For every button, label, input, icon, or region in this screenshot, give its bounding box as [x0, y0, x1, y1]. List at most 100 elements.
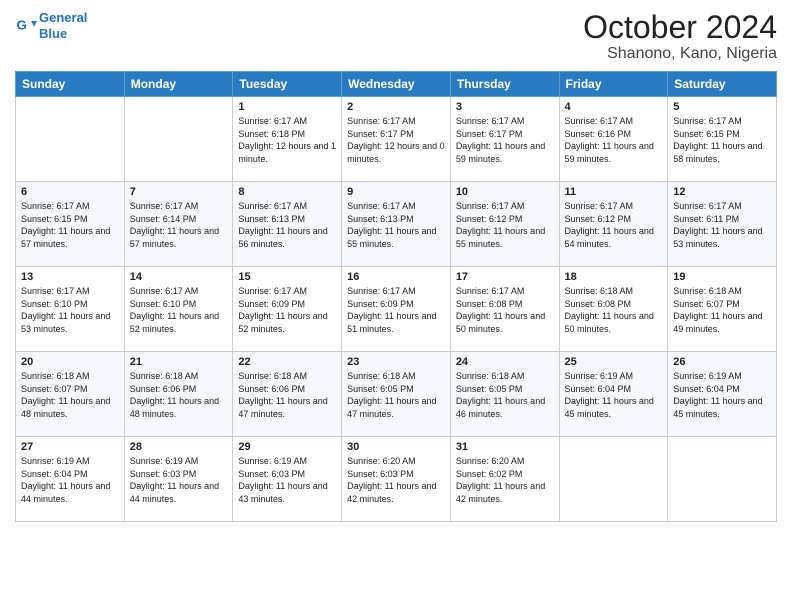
- cell-text: Sunrise: 6:18 AM Sunset: 6:05 PM Dayligh…: [347, 370, 445, 420]
- day-number: 7: [130, 186, 228, 198]
- day-number: 6: [21, 186, 119, 198]
- calendar-day-header: Saturday: [668, 72, 777, 97]
- day-number: 8: [238, 186, 336, 198]
- calendar-day-header: Wednesday: [342, 72, 451, 97]
- cell-text: Sunrise: 6:17 AM Sunset: 6:10 PM Dayligh…: [130, 285, 228, 335]
- logo: G General Blue: [15, 10, 87, 41]
- location-title: Shanono, Kano, Nigeria: [583, 45, 777, 63]
- calendar-day-header: Tuesday: [233, 72, 342, 97]
- cell-text: Sunrise: 6:19 AM Sunset: 6:04 PM Dayligh…: [21, 455, 119, 505]
- calendar-cell: [16, 97, 125, 182]
- calendar-cell: 8 Sunrise: 6:17 AM Sunset: 6:13 PM Daylig…: [233, 182, 342, 267]
- calendar-day-header: Sunday: [16, 72, 125, 97]
- calendar-table: SundayMondayTuesdayWednesdayThursdayFrid…: [15, 71, 777, 522]
- calendar-cell: 19 Sunrise: 6:18 AM Sunset: 6:07 PM Dayli…: [668, 267, 777, 352]
- cell-text: Sunrise: 6:20 AM Sunset: 6:03 PM Dayligh…: [347, 455, 445, 505]
- day-number: 4: [565, 101, 663, 113]
- calendar-cell: 23 Sunrise: 6:18 AM Sunset: 6:05 PM Dayli…: [342, 352, 451, 437]
- day-number: 10: [456, 186, 554, 198]
- calendar-day-header: Monday: [124, 72, 233, 97]
- cell-text: Sunrise: 6:17 AM Sunset: 6:10 PM Dayligh…: [21, 285, 119, 335]
- cell-text: Sunrise: 6:18 AM Sunset: 6:07 PM Dayligh…: [21, 370, 119, 420]
- cell-text: Sunrise: 6:17 AM Sunset: 6:15 PM Dayligh…: [21, 200, 119, 250]
- logo-icon: G: [15, 15, 37, 37]
- cell-text: Sunrise: 6:19 AM Sunset: 6:04 PM Dayligh…: [673, 370, 771, 420]
- cell-text: Sunrise: 6:17 AM Sunset: 6:08 PM Dayligh…: [456, 285, 554, 335]
- calendar-week-row: 6 Sunrise: 6:17 AM Sunset: 6:15 PM Daylig…: [16, 182, 777, 267]
- calendar-cell: 2Sunrise: 6:17 AM Sunset: 6:17 PM Daylig…: [342, 97, 451, 182]
- cell-text: Sunrise: 6:18 AM Sunset: 6:06 PM Dayligh…: [130, 370, 228, 420]
- calendar-cell: 1 Sunrise: 6:17 AM Sunset: 6:18 PM Daylig…: [233, 97, 342, 182]
- cell-text: Sunrise: 6:17 AM Sunset: 6:09 PM Dayligh…: [238, 285, 336, 335]
- cell-text: Sunrise: 6:17 AM Sunset: 6:12 PM Dayligh…: [456, 200, 554, 250]
- month-title: October 2024: [583, 10, 777, 45]
- cell-text: Sunrise: 6:17 AM Sunset: 6:11 PM Dayligh…: [673, 200, 771, 250]
- day-number: 29: [238, 441, 336, 453]
- day-number: 18: [565, 271, 663, 283]
- cell-text: Sunrise: 6:20 AM Sunset: 6:02 PM Dayligh…: [456, 455, 554, 505]
- cell-text: Sunrise: 6:17 AM Sunset: 6:14 PM Dayligh…: [130, 200, 228, 250]
- cell-text: Sunrise: 6:19 AM Sunset: 6:03 PM Dayligh…: [130, 455, 228, 505]
- calendar-cell: 18 Sunrise: 6:18 AM Sunset: 6:08 PM Dayli…: [559, 267, 668, 352]
- calendar-cell: 20Sunrise: 6:18 AM Sunset: 6:07 PM Dayli…: [16, 352, 125, 437]
- day-number: 30: [347, 441, 445, 453]
- day-number: 9: [347, 186, 445, 198]
- calendar-cell: 24Sunrise: 6:18 AM Sunset: 6:05 PM Dayli…: [450, 352, 559, 437]
- day-number: 16: [347, 271, 445, 283]
- cell-text: Sunrise: 6:18 AM Sunset: 6:07 PM Dayligh…: [673, 285, 771, 335]
- cell-text: Sunrise: 6:18 AM Sunset: 6:06 PM Dayligh…: [238, 370, 336, 420]
- calendar-cell: 26 Sunrise: 6:19 AM Sunset: 6:04 PM Dayli…: [668, 352, 777, 437]
- calendar-cell: 11Sunrise: 6:17 AM Sunset: 6:12 PM Dayli…: [559, 182, 668, 267]
- calendar-cell: 7 Sunrise: 6:17 AM Sunset: 6:14 PM Daylig…: [124, 182, 233, 267]
- calendar-cell: 5Sunrise: 6:17 AM Sunset: 6:15 PM Daylig…: [668, 97, 777, 182]
- day-number: 25: [565, 356, 663, 368]
- calendar-week-row: 1 Sunrise: 6:17 AM Sunset: 6:18 PM Daylig…: [16, 97, 777, 182]
- cell-text: Sunrise: 6:17 AM Sunset: 6:13 PM Dayligh…: [238, 200, 336, 250]
- day-number: 24: [456, 356, 554, 368]
- cell-text: Sunrise: 6:17 AM Sunset: 6:16 PM Dayligh…: [565, 115, 663, 165]
- calendar-week-row: 20Sunrise: 6:18 AM Sunset: 6:07 PM Dayli…: [16, 352, 777, 437]
- calendar-cell: [559, 437, 668, 522]
- calendar-cell: 31 Sunrise: 6:20 AM Sunset: 6:02 PM Dayli…: [450, 437, 559, 522]
- calendar-day-header: Friday: [559, 72, 668, 97]
- calendar-header-row: SundayMondayTuesdayWednesdayThursdayFrid…: [16, 72, 777, 97]
- calendar-week-row: 27Sunrise: 6:19 AM Sunset: 6:04 PM Dayli…: [16, 437, 777, 522]
- calendar-week-row: 13 Sunrise: 6:17 AM Sunset: 6:10 PM Dayli…: [16, 267, 777, 352]
- day-number: 23: [347, 356, 445, 368]
- cell-text: Sunrise: 6:18 AM Sunset: 6:08 PM Dayligh…: [565, 285, 663, 335]
- calendar-cell: 29 Sunrise: 6:19 AM Sunset: 6:03 PM Dayli…: [233, 437, 342, 522]
- day-number: 31: [456, 441, 554, 453]
- calendar-cell: 27Sunrise: 6:19 AM Sunset: 6:04 PM Dayli…: [16, 437, 125, 522]
- cell-text: Sunrise: 6:19 AM Sunset: 6:03 PM Dayligh…: [238, 455, 336, 505]
- calendar-cell: 12 Sunrise: 6:17 AM Sunset: 6:11 PM Dayli…: [668, 182, 777, 267]
- calendar-cell: 9 Sunrise: 6:17 AM Sunset: 6:13 PM Daylig…: [342, 182, 451, 267]
- header: G General Blue October 2024 Shanono, Kan…: [15, 10, 777, 63]
- cell-text: Sunrise: 6:17 AM Sunset: 6:17 PM Dayligh…: [456, 115, 554, 165]
- day-number: 11: [565, 186, 663, 198]
- calendar-cell: 6 Sunrise: 6:17 AM Sunset: 6:15 PM Daylig…: [16, 182, 125, 267]
- day-number: 5: [673, 101, 771, 113]
- calendar-cell: 15 Sunrise: 6:17 AM Sunset: 6:09 PM Dayli…: [233, 267, 342, 352]
- day-number: 28: [130, 441, 228, 453]
- calendar-cell: [668, 437, 777, 522]
- day-number: 26: [673, 356, 771, 368]
- day-number: 15: [238, 271, 336, 283]
- calendar-cell: 21 Sunrise: 6:18 AM Sunset: 6:06 PM Dayli…: [124, 352, 233, 437]
- day-number: 14: [130, 271, 228, 283]
- day-number: 22: [238, 356, 336, 368]
- day-number: 13: [21, 271, 119, 283]
- day-number: 19: [673, 271, 771, 283]
- calendar-day-header: Thursday: [450, 72, 559, 97]
- calendar-cell: 22 Sunrise: 6:18 AM Sunset: 6:06 PM Dayli…: [233, 352, 342, 437]
- cell-text: Sunrise: 6:17 AM Sunset: 6:18 PM Dayligh…: [238, 115, 336, 165]
- calendar-cell: 14 Sunrise: 6:17 AM Sunset: 6:10 PM Dayli…: [124, 267, 233, 352]
- cell-text: Sunrise: 6:17 AM Sunset: 6:13 PM Dayligh…: [347, 200, 445, 250]
- calendar-cell: 30 Sunrise: 6:20 AM Sunset: 6:03 PM Dayli…: [342, 437, 451, 522]
- day-number: 17: [456, 271, 554, 283]
- day-number: 3: [456, 101, 554, 113]
- day-number: 1: [238, 101, 336, 113]
- day-number: 21: [130, 356, 228, 368]
- day-number: 12: [673, 186, 771, 198]
- cell-text: Sunrise: 6:17 AM Sunset: 6:09 PM Dayligh…: [347, 285, 445, 335]
- cell-text: Sunrise: 6:19 AM Sunset: 6:04 PM Dayligh…: [565, 370, 663, 420]
